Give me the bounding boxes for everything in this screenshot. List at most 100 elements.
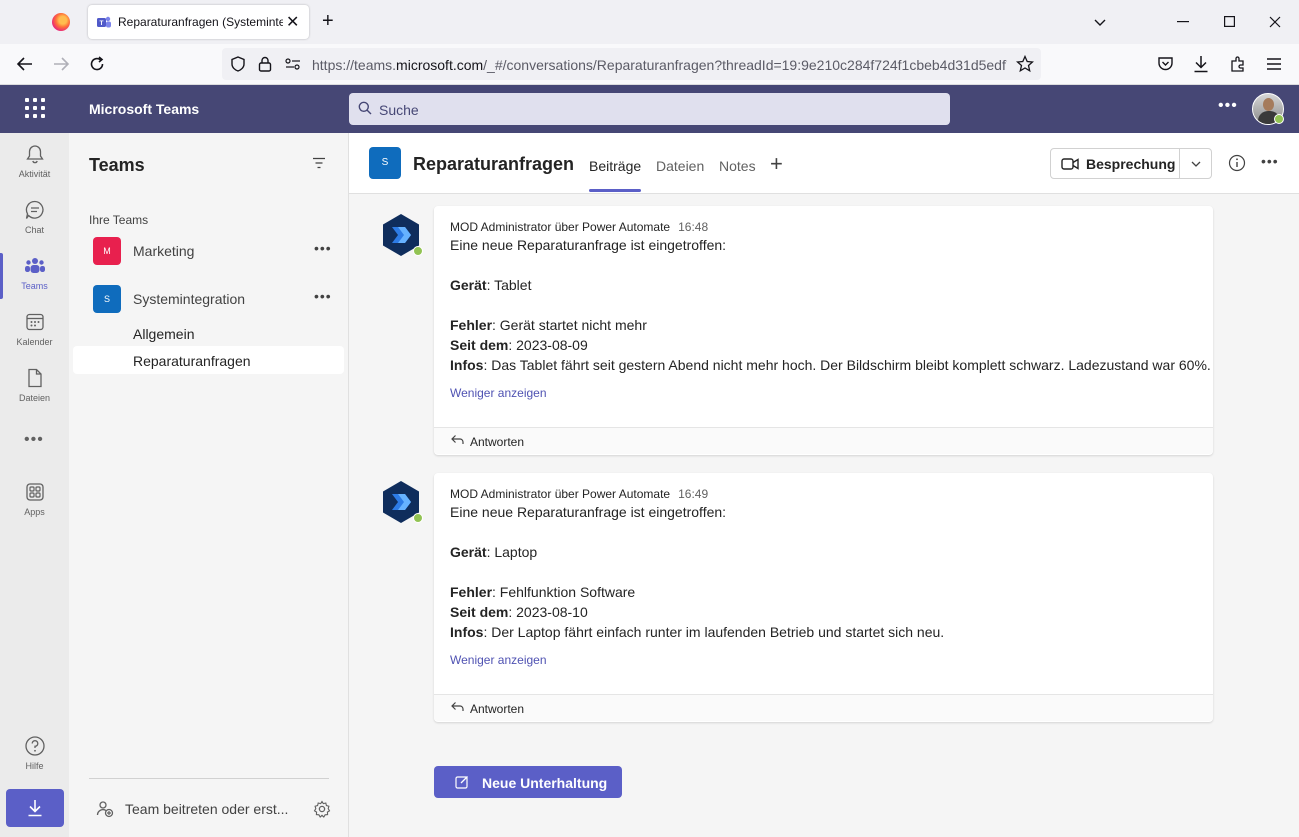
rail-item-activity[interactable]: Aktivität: [0, 143, 69, 197]
settings-more-icon[interactable]: •••: [1218, 97, 1238, 115]
downloads-icon[interactable]: [1193, 55, 1209, 73]
message-author[interactable]: MOD Administrator über Power Automate: [450, 487, 670, 501]
video-camera-icon: [1061, 158, 1079, 170]
info-icon[interactable]: [1228, 154, 1246, 172]
url-domain: microsoft.com: [396, 57, 484, 73]
team-more-options-icon[interactable]: •••: [314, 288, 332, 304]
chevron-down-icon[interactable]: [1191, 160, 1201, 168]
message-field-device: Gerät: Laptop: [450, 544, 537, 560]
svg-text:T: T: [100, 20, 104, 27]
file-icon: [28, 368, 42, 388]
new-conversation-button[interactable]: Neue Unterhaltung: [434, 766, 622, 798]
rail-item-apps[interactable]: Apps: [0, 481, 69, 535]
rail-label: Aktivität: [18, 169, 51, 179]
tracking-protection-shield-icon[interactable]: [230, 56, 246, 72]
field-label: Fehler: [450, 317, 493, 333]
message-author[interactable]: MOD Administrator über Power Automate: [450, 220, 670, 234]
url-text[interactable]: https://teams.microsoft.com/_#/conversat…: [312, 57, 1007, 73]
message-field-error: Fehler: Fehlfunktion Software: [450, 584, 635, 600]
maximize-icon[interactable]: [1224, 16, 1235, 27]
search-icon: [358, 101, 372, 115]
rail-item-teams[interactable]: Teams: [0, 255, 69, 309]
message-intro: Eine neue Reparaturanfrage ist eingetrof…: [450, 237, 727, 253]
gear-icon[interactable]: [313, 800, 331, 818]
message-timestamp: 16:49: [678, 487, 709, 501]
menu-icon[interactable]: [1266, 57, 1282, 71]
field-value: : Das Tablet fährt seit gestern Abend ni…: [483, 357, 1211, 373]
lock-icon[interactable]: [258, 56, 272, 72]
message-field-error: Fehler: Gerät startet nicht mehr: [450, 317, 647, 333]
teams-icon: [25, 258, 45, 273]
reply-icon: [451, 702, 464, 711]
field-label: Fehler: [450, 584, 493, 600]
minimize-icon[interactable]: [1177, 21, 1189, 23]
bookmark-star-icon[interactable]: [1016, 55, 1034, 73]
tab-list-chevron-icon[interactable]: [1093, 15, 1107, 29]
browser-nav-bar: https://teams.microsoft.com/_#/conversat…: [0, 44, 1299, 85]
add-tab-icon[interactable]: +: [770, 151, 783, 177]
url-path: /_#/conversations/Reparaturanfragen?thre…: [483, 57, 1007, 73]
forward-icon[interactable]: [52, 56, 70, 72]
presence-available-icon: [413, 246, 423, 256]
rail-label: Dateien: [18, 393, 51, 403]
teams-favicon-icon: T: [97, 16, 111, 28]
channel-item-reparaturanfragen[interactable]: Reparaturanfragen: [73, 346, 344, 374]
message-meta: MOD Administrator über Power Automate 16:…: [450, 487, 708, 501]
window-close-icon[interactable]: [1269, 16, 1281, 28]
tab-dateien[interactable]: Dateien: [656, 158, 704, 174]
reload-icon[interactable]: [88, 55, 106, 73]
rail-label: Apps: [24, 507, 45, 517]
extensions-icon[interactable]: [1229, 55, 1247, 73]
rail-item-chat[interactable]: Chat: [0, 199, 69, 253]
help-icon: [25, 736, 45, 756]
channel-more-options-icon[interactable]: •••: [1261, 153, 1279, 169]
new-tab-icon[interactable]: +: [322, 10, 334, 33]
rail-item-calendar[interactable]: Kalender: [0, 311, 69, 365]
filter-icon[interactable]: [312, 157, 326, 169]
reply-button[interactable]: Antworten: [434, 694, 1213, 721]
compose-icon: [455, 776, 468, 789]
tab-title: Reparaturanfragen (Systemintegration) | …: [118, 15, 283, 29]
address-bar[interactable]: https://teams.microsoft.com/_#/conversat…: [222, 48, 1041, 80]
rail-more-icon[interactable]: •••: [24, 431, 44, 449]
message-card: MOD Administrator über Power Automate 16:…: [434, 206, 1213, 455]
calendar-icon: [26, 313, 44, 331]
panel-title: Teams: [89, 155, 145, 175]
search-input[interactable]: Suche: [349, 93, 950, 125]
channel-team-avatar: S: [369, 147, 401, 179]
browser-tab-active[interactable]: T Reparaturanfragen (Systemintegration) …: [88, 5, 309, 39]
back-icon[interactable]: [16, 56, 34, 72]
team-item-marketing[interactable]: M Marketing •••: [89, 235, 332, 267]
channel-header: S Reparaturanfragen Beiträge Dateien Not…: [349, 133, 1299, 194]
field-label: Infos: [450, 357, 484, 373]
app-launcher-icon[interactable]: [25, 98, 45, 118]
reply-button[interactable]: Antworten: [434, 427, 1213, 454]
tab-close-icon[interactable]: ✕: [286, 12, 299, 32]
join-or-create-team-button[interactable]: Team beitreten oder erst...: [125, 801, 288, 817]
field-label: Seit dem: [450, 604, 509, 620]
message-meta: MOD Administrator über Power Automate 16:…: [450, 220, 708, 234]
apps-icon: [26, 483, 44, 501]
team-name: Systemintegration: [133, 291, 246, 307]
meeting-button[interactable]: Besprechung: [1050, 148, 1212, 179]
tab-beitraege[interactable]: Beiträge: [589, 158, 641, 174]
channel-item-allgemein[interactable]: Allgemein: [133, 326, 194, 342]
join-team-icon: [96, 801, 114, 818]
show-less-link[interactable]: Weniger anzeigen: [450, 386, 547, 400]
meeting-button-separator: [1179, 149, 1180, 178]
firefox-icon[interactable]: [52, 13, 70, 31]
team-item-systemintegration[interactable]: S Systemintegration •••: [89, 283, 332, 315]
reply-label: Antworten: [470, 702, 525, 716]
permissions-icon[interactable]: [285, 58, 301, 70]
pocket-icon[interactable]: [1157, 56, 1174, 72]
team-name: Marketing: [133, 243, 195, 259]
field-label: Gerät: [450, 277, 487, 293]
download-app-button[interactable]: [6, 789, 64, 827]
field-value: : 2023-08-10: [508, 604, 588, 620]
rail-item-help[interactable]: Hilfe: [0, 735, 69, 789]
rail-item-files[interactable]: Dateien: [0, 367, 69, 421]
team-more-options-icon[interactable]: •••: [314, 240, 332, 256]
show-less-link[interactable]: Weniger anzeigen: [450, 653, 547, 667]
tab-notes[interactable]: Notes: [719, 158, 756, 174]
app-title: Microsoft Teams: [89, 101, 200, 117]
